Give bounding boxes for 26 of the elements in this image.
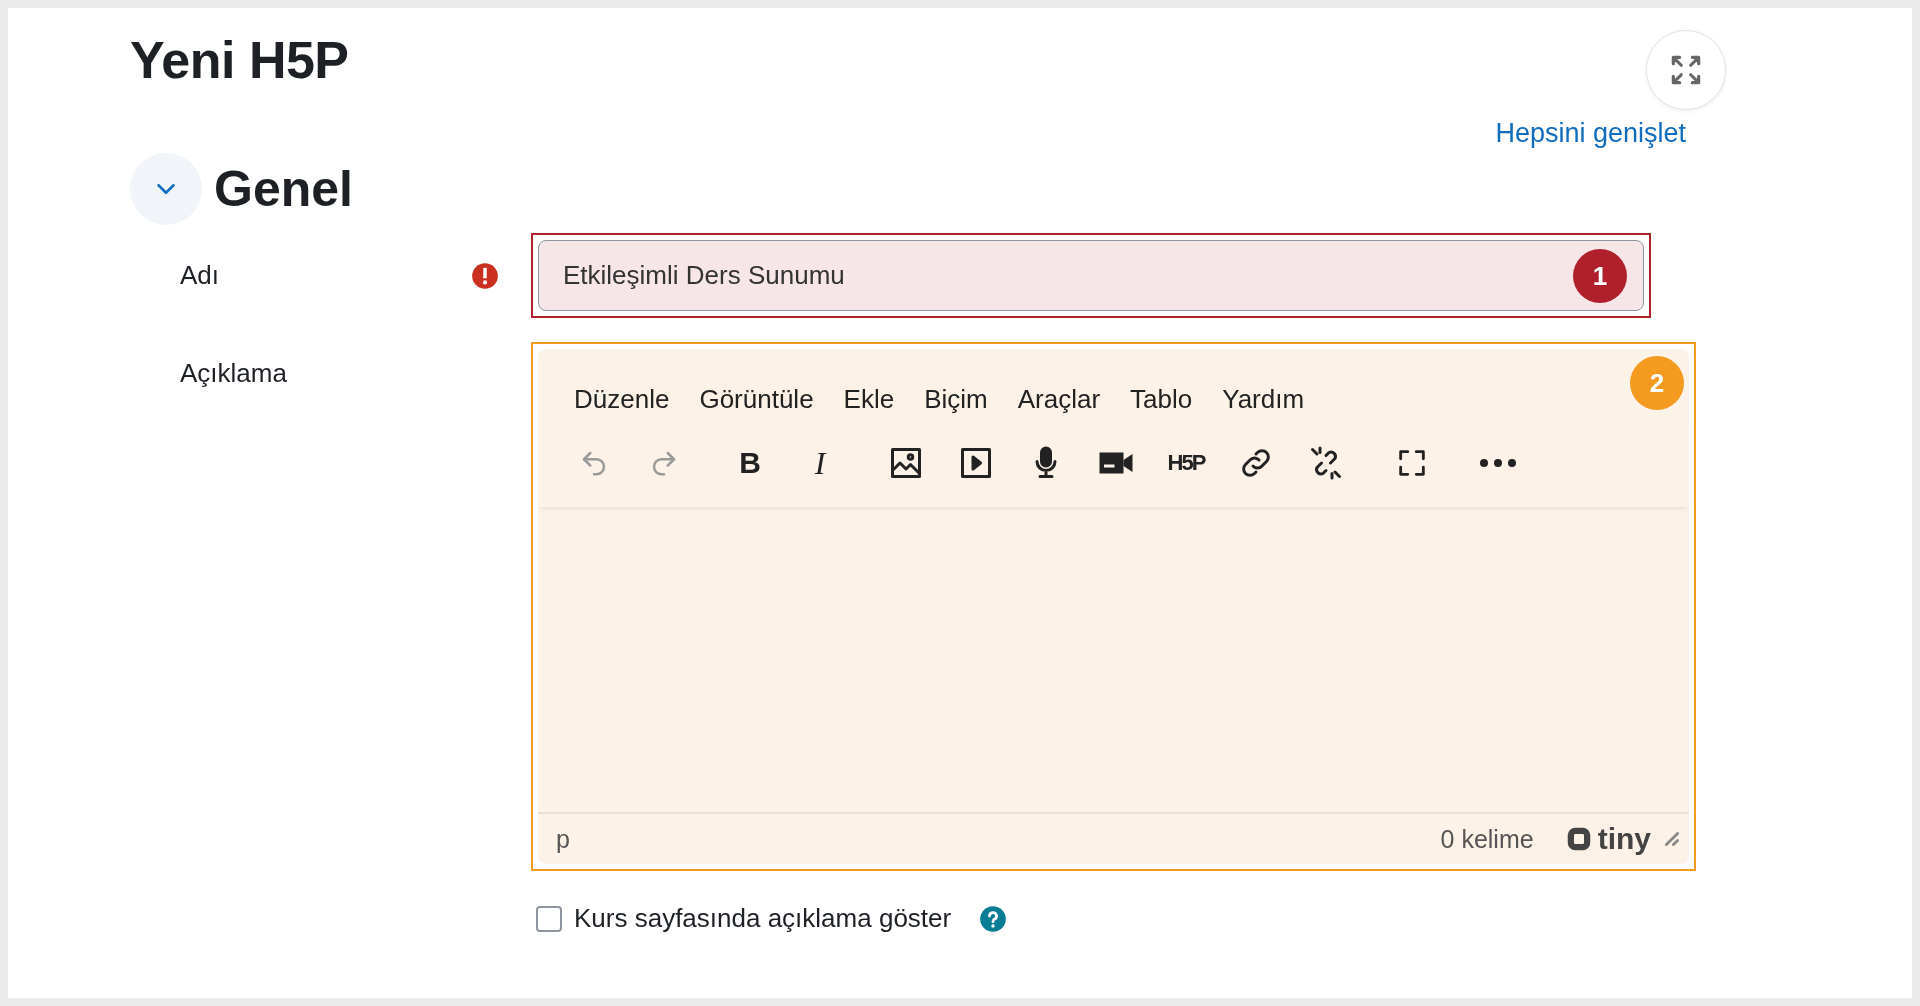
help-icon[interactable] bbox=[979, 904, 1008, 933]
page-title: Yeni H5P bbox=[130, 30, 349, 90]
field-label: Adı bbox=[179, 260, 221, 291]
play-icon bbox=[958, 445, 994, 481]
brand-name: tiny bbox=[1597, 822, 1651, 856]
menu-item[interactable]: Tablo bbox=[1122, 377, 1201, 421]
menu-item[interactable]: Biçim bbox=[916, 377, 996, 421]
expand-all-link[interactable]: Hepsini genişlet bbox=[1495, 118, 1686, 149]
image-icon bbox=[888, 445, 924, 481]
italic-button[interactable]: I bbox=[792, 437, 848, 489]
menu-item[interactable]: Görüntüle bbox=[691, 377, 822, 421]
menu-item[interactable]: Ekle bbox=[835, 377, 903, 421]
checkbox-label: Kurs sayfasında açıklama göster bbox=[574, 903, 952, 934]
checkbox[interactable] bbox=[536, 905, 562, 932]
menu-item[interactable]: Düzenle bbox=[566, 377, 678, 421]
unlink-icon bbox=[1308, 445, 1344, 481]
bold-button[interactable]: B bbox=[722, 437, 778, 489]
more-icon bbox=[1480, 459, 1516, 467]
field-label: Açıklama bbox=[179, 357, 288, 390]
menu-item[interactable]: Yardım bbox=[1214, 377, 1313, 421]
h5p-button[interactable]: H5P bbox=[1158, 437, 1214, 489]
element-path: p bbox=[556, 824, 571, 854]
word-count: 0 kelime bbox=[1440, 824, 1534, 854]
menu-item[interactable]: Araçlar bbox=[1009, 377, 1109, 421]
section-title: Genel bbox=[214, 160, 353, 218]
resize-handle-icon bbox=[1665, 832, 1679, 846]
